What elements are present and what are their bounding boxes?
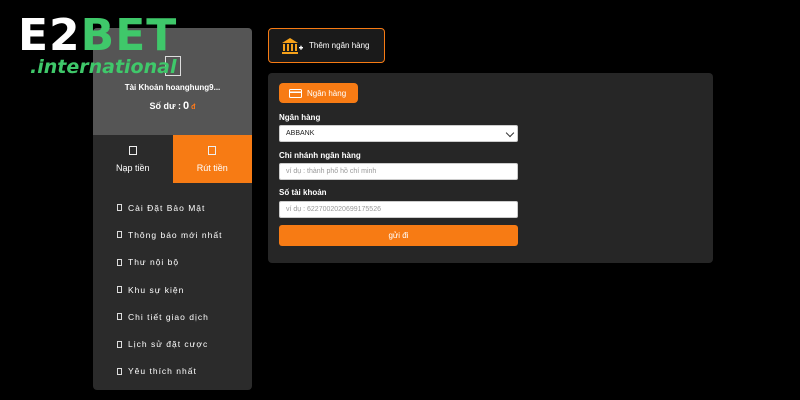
mail-icon [117,258,122,266]
tab-deposit-label: Nạp tiền [115,163,150,173]
account-number-label: Số tài khoản [279,188,327,197]
menu-item-label: Yêu thích nhất [128,366,197,377]
logo-e2: E2 [18,10,81,61]
brand-logo: E2BET .international [18,14,177,79]
menu-item-label: Thông báo mới nhất [128,229,223,240]
menu-item-label: Thư nội bộ [128,257,180,268]
menu-item-label: Khu sự kiện [128,284,185,295]
branch-input[interactable]: ví dụ : thành phố hồ chí minh [279,163,518,180]
submit-button[interactable]: gửi đi [279,225,518,246]
logo-bet: BET [80,10,178,61]
logo-subtext: .international [30,56,177,78]
transaction-tabs: Nạp tiền Rút tiền [93,135,252,183]
account-menu: Cài Đặt Bảo Mật Thông báo mới nhất Thư n… [93,183,252,385]
balance-label: Số dư : [149,101,182,111]
receipt-icon [117,313,122,321]
bank-select-value: ABBANK [286,130,315,137]
add-bank-button[interactable]: Thêm ngân hàng [268,28,385,63]
account-balance: Số dư :0đ [93,100,252,112]
menu-item-label: Cài Đặt Bảo Mật [128,202,206,213]
logo-main-text: E2BET [18,14,177,58]
account-name: Tài Khoản hoanghung9... [124,83,221,92]
chevron-down-icon [505,128,515,138]
menu-item-transactions[interactable]: Chi tiết giao dịch [93,303,252,330]
tab-withdraw-label: Rút tiền [196,163,228,173]
withdraw-icon [208,146,217,155]
deposit-icon [128,146,137,155]
bank-form-panel: Ngân hàng Ngân hàng ABBANK Chi nhánh ngâ… [268,73,713,263]
bank-select[interactable]: ABBANK [279,125,518,142]
currency-icon: đ [191,104,196,111]
history-icon [117,340,122,348]
tab-bank-label: Ngân hàng [307,88,347,98]
tab-deposit[interactable]: Nạp tiền [93,135,173,183]
bank-plus-icon [282,37,303,54]
branch-label: Chi nhánh ngân hàng [279,151,361,160]
bell-icon [117,231,122,239]
menu-item-inbox[interactable]: Thư nội bộ [93,249,252,276]
tab-withdraw[interactable]: Rút tiền [172,135,252,183]
menu-item-events[interactable]: Khu sự kiện [93,276,252,303]
gift-icon [117,286,122,294]
menu-item-label: Chi tiết giao dịch [128,311,209,322]
account-sidebar: Tài Khoản hoanghung9... Số dư :0đ Nạp ti… [93,28,252,390]
menu-item-bet-history[interactable]: Lịch sử đặt cược [93,330,252,357]
add-bank-label: Thêm ngân hàng [309,41,370,50]
menu-item-favorites[interactable]: Yêu thích nhất [93,358,252,385]
account-number-input[interactable]: ví dụ : 6227002020699175526 [279,201,518,218]
balance-value: 0 [183,100,190,112]
star-icon [117,367,122,375]
menu-item-label: Lịch sử đặt cược [128,339,209,350]
tab-bank[interactable]: Ngân hàng [279,83,358,103]
lock-icon [117,204,122,212]
card-icon [289,88,302,98]
menu-item-security[interactable]: Cài Đặt Bảo Mật [93,194,252,221]
menu-item-notifications[interactable]: Thông báo mới nhất [93,221,252,248]
bank-select-label: Ngân hàng [279,113,321,122]
